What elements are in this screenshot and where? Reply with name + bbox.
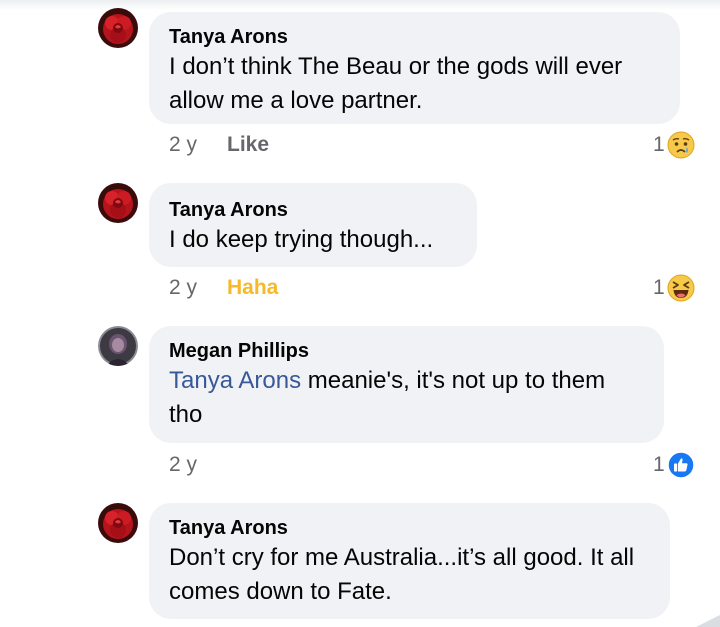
like-action-button[interactable]: Like (227, 132, 269, 158)
comment-author[interactable]: Megan Phillips (169, 338, 644, 364)
scroll-edge-indicator (696, 615, 720, 627)
reaction-count: 1 (653, 133, 665, 156)
comment-text: I don’t think The Beau or the gods will … (169, 53, 623, 114)
comment-actions: 2 y Haha (169, 275, 278, 301)
comment-timestamp[interactable]: 2 y (169, 275, 197, 301)
comment-bubble: Tanya Arons I do keep trying though... (149, 183, 477, 267)
comment-author[interactable]: Tanya Arons (169, 24, 660, 50)
avatar[interactable] (98, 326, 138, 366)
red-rose-avatar-icon (98, 183, 138, 223)
reaction-summary[interactable]: 1 (653, 273, 695, 303)
comment-bubble: Tanya Arons Don’t cry for me Australia..… (149, 503, 670, 619)
reaction-count: 1 (653, 453, 665, 476)
comment-timestamp[interactable]: 2 y (169, 132, 197, 158)
comment-author[interactable]: Tanya Arons (169, 197, 457, 223)
red-rose-avatar-icon (98, 8, 138, 48)
haha-action-button[interactable]: Haha (227, 275, 278, 301)
reaction-summary[interactable]: 1 (653, 130, 695, 160)
comment-text: Don’t cry for me Australia...it’s all go… (169, 544, 635, 605)
mention-link[interactable]: Tanya Arons (169, 367, 301, 394)
comment-timestamp[interactable]: 2 y (169, 452, 197, 478)
comment-text: Tanya Arons meanie's, it's not up to the… (169, 364, 644, 432)
reaction-summary[interactable]: 1 (653, 450, 695, 480)
haha-reaction-icon (667, 274, 695, 302)
portrait-avatar-icon (98, 326, 138, 366)
comment-author[interactable]: Tanya Arons (169, 515, 650, 541)
reaction-count: 1 (653, 276, 665, 299)
sad-reaction-icon (667, 131, 695, 159)
top-divider (0, 0, 720, 10)
comment-text: I do keep trying though... (169, 226, 434, 253)
comment-bubble: Tanya Arons I don’t think The Beau or th… (149, 12, 680, 124)
avatar[interactable] (98, 503, 138, 543)
comment-actions: 2 y (169, 452, 197, 478)
comment-actions: 2 y Like (169, 132, 269, 158)
red-rose-avatar-icon (98, 503, 138, 543)
like-reaction-icon (666, 451, 695, 479)
comment-bubble: Megan Phillips Tanya Arons meanie's, it'… (149, 326, 664, 443)
avatar[interactable] (98, 8, 138, 48)
avatar[interactable] (98, 183, 138, 223)
